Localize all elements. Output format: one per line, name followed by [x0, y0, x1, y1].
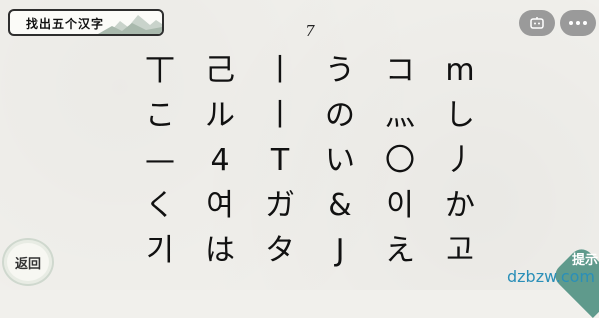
grid-cell[interactable]: ガ: [250, 183, 310, 228]
grid-cell[interactable]: こ: [130, 93, 190, 138]
grid-cell[interactable]: い: [310, 138, 370, 183]
grid-cell[interactable]: 〇: [370, 138, 430, 183]
grid-cell[interactable]: ル: [190, 93, 250, 138]
grid-cell[interactable]: コ: [370, 48, 430, 93]
more-dots-icon: [569, 21, 587, 25]
grid-cell[interactable]: T: [250, 138, 310, 183]
grid-cell[interactable]: 灬: [370, 93, 430, 138]
grid-cell[interactable]: &: [310, 183, 370, 228]
remaining-counter: 7: [305, 22, 315, 40]
grid-cell[interactable]: m: [430, 48, 490, 93]
grid-cell[interactable]: タ: [250, 228, 310, 273]
grid-cell[interactable]: J: [310, 228, 370, 273]
grid-cell[interactable]: 己: [190, 48, 250, 93]
grid-cell[interactable]: は: [190, 228, 250, 273]
character-grid: 丅己丨うコ m こル丨の灬し —4 T い〇丿く 여 ガ & 이 か 기 はタ J え 고: [130, 48, 490, 273]
grid-cell[interactable]: の: [310, 93, 370, 138]
robot-icon: [530, 17, 544, 29]
grid-cell[interactable]: 丨: [250, 48, 310, 93]
watermark: dzbzw.com: [507, 267, 595, 286]
grid-cell[interactable]: 4: [190, 138, 250, 183]
grid-cell[interactable]: く: [130, 183, 190, 228]
grid-cell[interactable]: 丨: [250, 93, 310, 138]
grid-cell[interactable]: し: [430, 93, 490, 138]
grid-cell[interactable]: か: [430, 183, 490, 228]
hint-button-label: 提示: [572, 253, 599, 268]
page-title: 找出五个汉字: [26, 17, 105, 31]
grid-cell[interactable]: え: [370, 228, 430, 273]
back-button-label: 返回: [14, 256, 41, 272]
grid-cell[interactable]: 丿: [430, 138, 490, 183]
grid-cell[interactable]: —: [130, 138, 190, 183]
robot-button[interactable]: [519, 10, 555, 36]
grid-cell[interactable]: 여: [190, 183, 250, 228]
grid-cell[interactable]: 고: [430, 228, 490, 273]
grid-cell[interactable]: う: [310, 48, 370, 93]
more-menu-button[interactable]: [560, 10, 596, 36]
grid-cell[interactable]: 기: [130, 228, 190, 273]
title-banner: 找出五个汉字: [8, 9, 164, 36]
mountain-decoration-icon: [98, 15, 162, 34]
grid-cell[interactable]: 丅: [130, 48, 190, 93]
back-button[interactable]: 返回: [2, 238, 54, 286]
grid-cell[interactable]: 이: [370, 183, 430, 228]
